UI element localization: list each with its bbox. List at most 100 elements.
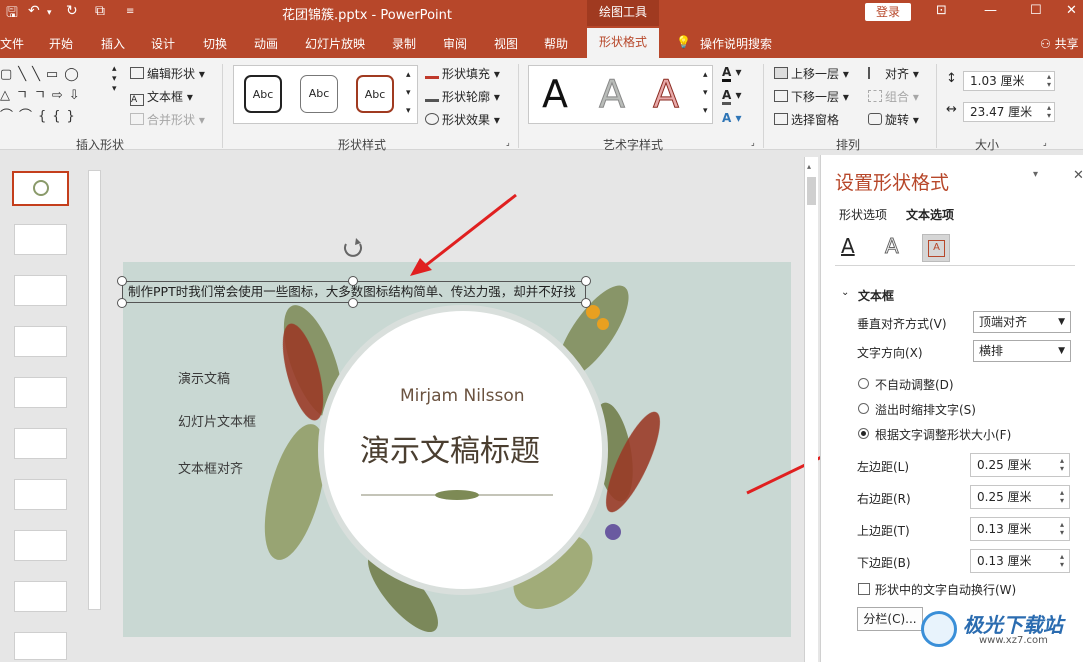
radio-shrink-label[interactable]: 溢出时缩排文字(S) — [875, 401, 976, 418]
slide-thumbnail-2[interactable] — [14, 224, 67, 255]
spin-arrows-icon[interactable]: ▴ ▾ — [1060, 489, 1064, 505]
spin-arrows-icon[interactable]: ▴ ▾ — [1047, 104, 1051, 120]
edit-shape-button[interactable]: 编辑形状 ▾ — [130, 65, 205, 82]
bring-forward-button[interactable]: 上移一层 ▾ — [774, 65, 849, 82]
spin-arrows-icon[interactable]: ▴ ▾ — [1047, 73, 1051, 89]
wrap-text-checkbox[interactable] — [858, 583, 870, 595]
scroll-thumb[interactable] — [807, 177, 816, 205]
tab-review[interactable]: 审阅 — [443, 35, 467, 52]
save-icon[interactable]: 🖫 — [6, 2, 18, 26]
share-button[interactable]: ⚇ 共享 — [1040, 35, 1079, 52]
spin-arrows-icon[interactable]: ▴ ▾ — [1060, 553, 1064, 569]
left-margin-input[interactable]: 0.25 厘米 ▴ ▾ — [970, 453, 1070, 477]
radio-no-autofit-label[interactable]: 不自动调整(D) — [875, 376, 954, 393]
redo-icon[interactable]: ↻ — [66, 3, 78, 19]
tab-view[interactable]: 视图 — [494, 35, 518, 52]
group-button[interactable]: 组合 ▾ — [868, 88, 919, 105]
login-button[interactable]: 登录 — [865, 3, 911, 21]
tab-help[interactable]: 帮助 — [544, 35, 568, 52]
shape-effects-button[interactable]: 形状效果 ▾ — [425, 111, 500, 128]
tab-record[interactable]: 录制 — [392, 35, 416, 52]
tab-file[interactable]: 文件 — [0, 35, 24, 52]
undo-icon[interactable]: ↶ — [28, 3, 40, 19]
textbox-button[interactable]: A 文本框 ▾ — [130, 88, 193, 106]
radio-shrink-on-overflow[interactable] — [858, 403, 869, 414]
shape-outline-button[interactable]: 形状轮廓 ▾ — [425, 88, 500, 105]
pane-options-icon[interactable]: ▾ — [1033, 169, 1038, 180]
customize-qat-icon[interactable]: ≡ — [126, 6, 134, 17]
width-input[interactable]: 23.47 厘米 ▴ ▾ — [963, 102, 1055, 122]
tell-me-search[interactable]: 操作说明搜索 — [700, 35, 772, 52]
styles-scroll-icon[interactable]: ▴ ▾ ▾ — [406, 66, 411, 120]
text-fill-icon[interactable]: A ▾ — [722, 65, 742, 82]
minimize-icon[interactable]: — — [984, 3, 997, 18]
tab-home[interactable]: 开始 — [49, 35, 73, 52]
slide-thumbnail-8[interactable] — [14, 530, 67, 561]
wrap-text-label[interactable]: 形状中的文字自动换行(W) — [875, 581, 1016, 598]
radio-no-autofit[interactable] — [858, 378, 869, 389]
text-fill-outline-icon[interactable]: A — [841, 234, 855, 258]
maximize-icon[interactable]: ☐ — [1030, 3, 1042, 18]
section-collapse-icon[interactable]: ⌄ — [841, 287, 849, 298]
send-backward-button[interactable]: 下移一层 ▾ — [774, 88, 849, 105]
wordart-style-1[interactable]: A — [542, 72, 568, 116]
textbox-options-icon[interactable]: A — [922, 234, 950, 262]
tab-insert[interactable]: 插入 — [101, 35, 125, 52]
slide-thumbnail-4[interactable] — [14, 326, 67, 357]
dialog-launcher-icon[interactable]: ⌟ — [506, 138, 510, 147]
radio-resize-shape[interactable] — [858, 428, 869, 439]
selection-pane-button[interactable]: 选择窗格 — [774, 111, 839, 128]
slide-thumbnail-1[interactable] — [12, 171, 69, 206]
selected-textbox[interactable]: 制作PPT时我们常会使用一些图标，大多数图标结构简单、传达力强，却并不好找 — [122, 281, 586, 303]
shape-style-2[interactable]: Abc — [300, 75, 338, 113]
dialog-launcher-icon[interactable]: ⌟ — [751, 138, 755, 147]
radio-resize-label[interactable]: 根据文字调整形状大小(F) — [875, 426, 1011, 443]
slide-thumbnail-6[interactable] — [14, 428, 67, 459]
tab-animations[interactable]: 动画 — [254, 35, 278, 52]
text-effects-icon[interactable]: A — [885, 234, 900, 259]
wordart-style-3[interactable]: A — [653, 72, 680, 117]
tab-shape-options[interactable]: 形状选项 — [839, 206, 887, 223]
ribbon-display-icon[interactable]: ⊡ — [936, 3, 947, 18]
align-button[interactable]: 对齐 ▾ — [868, 65, 919, 82]
close-icon[interactable]: ✕ — [1066, 3, 1077, 18]
vertical-alignment-select[interactable]: 顶端对齐 ▼ — [973, 311, 1071, 333]
shapes-gallery[interactable]: ▢╲╲▭◯ △ㄱㄱ⇨⇩ ⌒⌒{{} — [0, 64, 120, 128]
columns-button[interactable]: 分栏(C)... — [857, 607, 923, 631]
merge-shapes-button[interactable]: 合并形状 ▾ — [130, 111, 205, 128]
pane-close-icon[interactable]: ✕ — [1073, 168, 1083, 183]
tab-design[interactable]: 设计 — [151, 35, 175, 52]
bottom-margin-input[interactable]: 0.13 厘米 ▴ ▾ — [970, 549, 1070, 573]
wordart-style-2[interactable]: A — [599, 72, 626, 117]
tab-slideshow[interactable]: 幻灯片放映 — [305, 35, 365, 52]
scroll-up-icon[interactable]: ▴ — [807, 162, 811, 171]
wordart-scroll-icon[interactable]: ▴ ▾ ▾ — [703, 66, 708, 120]
slide-thumbnail-10[interactable] — [14, 632, 67, 660]
dialog-launcher-icon[interactable]: ⌟ — [1043, 138, 1047, 147]
rotate-button[interactable]: 旋转 ▾ — [868, 111, 919, 128]
slide-thumbnail-3[interactable] — [14, 275, 67, 306]
tab-shape-format[interactable]: 形状格式 — [587, 28, 659, 58]
thumbnails-scrollbar[interactable] — [88, 170, 101, 610]
present-icon[interactable]: ⧉ — [95, 3, 105, 19]
slide-thumbnail-9[interactable] — [14, 581, 67, 612]
spin-arrows-icon[interactable]: ▴ ▾ — [1060, 457, 1064, 473]
slide-vertical-scrollbar[interactable]: ▴ — [804, 157, 818, 662]
slide-title[interactable]: 演示文稿标题 — [360, 426, 540, 470]
text-outline-icon[interactable]: A ▾ — [722, 88, 742, 105]
undo-dropdown-icon[interactable]: ▾ — [47, 8, 52, 18]
shape-style-3[interactable]: Abc — [356, 75, 394, 113]
text-direction-select[interactable]: 横排 ▼ — [973, 340, 1071, 362]
slide-canvas[interactable]: 演示文稿 幻灯片文本框 文本框对齐 Mirjam Nilsson 演示文稿标题 — [123, 262, 791, 637]
gallery-scroll-icon[interactable]: ▴ ▾ ▾ — [112, 64, 117, 94]
slide-thumbnail-5[interactable] — [14, 377, 67, 408]
tab-text-options[interactable]: 文本选项 — [906, 206, 954, 223]
spin-arrows-icon[interactable]: ▴ ▾ — [1060, 521, 1064, 537]
section-textbox-header[interactable]: 文本框 — [858, 287, 894, 304]
height-input[interactable]: 1.03 厘米 ▴ ▾ — [963, 71, 1055, 91]
top-margin-input[interactable]: 0.13 厘米 ▴ ▾ — [970, 517, 1070, 541]
slide-thumbnail-7[interactable] — [14, 479, 67, 510]
right-margin-input[interactable]: 0.25 厘米 ▴ ▾ — [970, 485, 1070, 509]
shape-fill-button[interactable]: 形状填充 ▾ — [425, 65, 500, 82]
shape-style-1[interactable]: Abc — [244, 75, 282, 113]
